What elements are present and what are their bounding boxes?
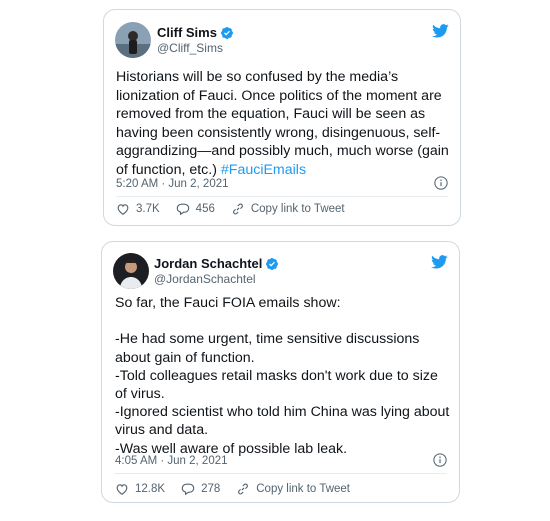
author-name-text[interactable]: Cliff Sims	[157, 25, 217, 40]
info-icon[interactable]	[434, 176, 448, 190]
reply-bubble-icon	[176, 203, 189, 216]
author-handle[interactable]: @Cliff_Sims	[157, 41, 223, 55]
copy-link-label: Copy link to Tweet	[256, 483, 351, 495]
tweet-actions: 12.8K 278 Copy link to Tweet	[115, 482, 350, 496]
author-name-text[interactable]: Jordan Schachtel	[154, 256, 262, 271]
info-icon[interactable]	[433, 453, 447, 467]
tweet-timestamp[interactable]: 5:20 AM · Jun 2, 2021	[116, 178, 229, 190]
like-button[interactable]: 12.8K	[115, 482, 165, 496]
author-name[interactable]: Jordan Schachtel	[154, 256, 279, 271]
copy-link-button[interactable]: Copy link to Tweet	[231, 202, 345, 216]
divider	[116, 196, 448, 197]
tweet-text: So far, the Fauci FOIA emails show: -He …	[115, 295, 450, 457]
reply-count: 456	[195, 203, 215, 215]
avatar[interactable]	[113, 253, 149, 289]
avatar[interactable]	[115, 22, 151, 58]
tweet-text: Historians will be so confused by the me…	[116, 68, 454, 180]
tweet-card[interactable]: Cliff Sims @Cliff_Sims Historians will b…	[103, 9, 461, 226]
twitter-bird-icon[interactable]	[432, 24, 449, 38]
verified-badge-icon	[265, 257, 279, 271]
like-count: 12.8K	[135, 483, 166, 495]
reply-button[interactable]: 278	[181, 482, 220, 496]
tweet-timestamp[interactable]: 4:05 AM · Jun 2, 2021	[115, 455, 228, 467]
reply-count: 278	[201, 483, 221, 495]
reply-bubble-icon	[181, 483, 195, 496]
twitter-bird-icon[interactable]	[431, 255, 448, 269]
author-handle[interactable]: @JordanSchachtel	[154, 272, 256, 286]
verified-badge-icon	[220, 26, 234, 40]
hashtag-link[interactable]: #FauciEmails	[221, 162, 306, 178]
link-icon	[238, 483, 249, 495]
tweet-card[interactable]: Jordan Schachtel @JordanSchachtel So far…	[101, 241, 460, 503]
heart-icon	[117, 204, 129, 215]
tweet-actions: 3.7K 456 Copy link to Tweet	[116, 202, 345, 216]
like-button[interactable]: 3.7K	[116, 202, 160, 216]
divider	[114, 473, 447, 474]
like-count: 3.7K	[136, 203, 160, 215]
copy-link-button[interactable]: Copy link to Tweet	[236, 482, 350, 496]
reply-button[interactable]: 456	[176, 202, 215, 216]
author-name[interactable]: Cliff Sims	[157, 25, 234, 40]
copy-link-label: Copy link to Tweet	[250, 203, 345, 215]
link-icon	[232, 203, 243, 215]
heart-icon	[116, 484, 128, 495]
